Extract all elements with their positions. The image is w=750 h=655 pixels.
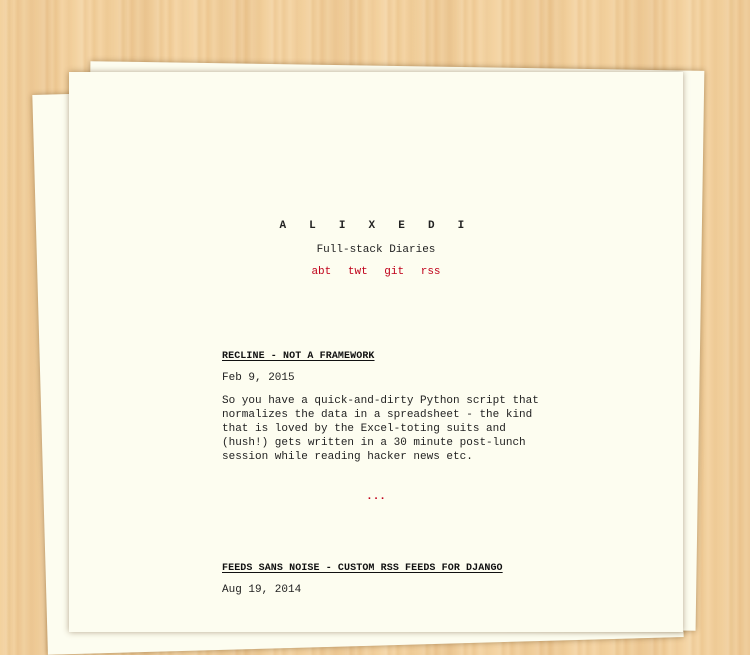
- nav-link-github[interactable]: git: [384, 266, 404, 278]
- nav-link-twitter[interactable]: twt: [348, 266, 368, 278]
- site-subtitle: Full-stack Diaries: [316, 244, 436, 256]
- post-title-link[interactable]: RECLINE - NOT A FRAMEWORK: [222, 351, 375, 362]
- post-date: Aug 19, 2014: [222, 584, 302, 596]
- post-excerpt: So you have a quick-and-dirty Python scr…: [222, 394, 539, 464]
- post-title-link[interactable]: FEEDS SANS NOISE - CUSTOM RSS FEEDS FOR …: [222, 563, 503, 574]
- site-nav: abt twt git rss: [69, 266, 683, 278]
- excerpt-line: (hush!) gets written in a 30 minute post…: [222, 437, 526, 449]
- nav-link-about[interactable]: abt: [311, 266, 331, 278]
- post-date: Feb 9, 2015: [222, 372, 295, 384]
- excerpt-line: So you have a quick-and-dirty Python scr…: [222, 395, 539, 407]
- excerpt-line: that is loved by the Excel-toting suits …: [222, 423, 506, 435]
- page-content: A L I X E D I Full-stack Diaries abt twt…: [0, 0, 750, 600]
- excerpt-line: normalizes the data in a spreadsheet - t…: [222, 409, 533, 421]
- excerpt-line: session while reading hacker news etc.: [222, 451, 473, 463]
- read-more-link[interactable]: ...: [69, 491, 683, 503]
- nav-link-rss[interactable]: rss: [421, 266, 441, 278]
- site-title: A L I X E D I: [279, 220, 473, 232]
